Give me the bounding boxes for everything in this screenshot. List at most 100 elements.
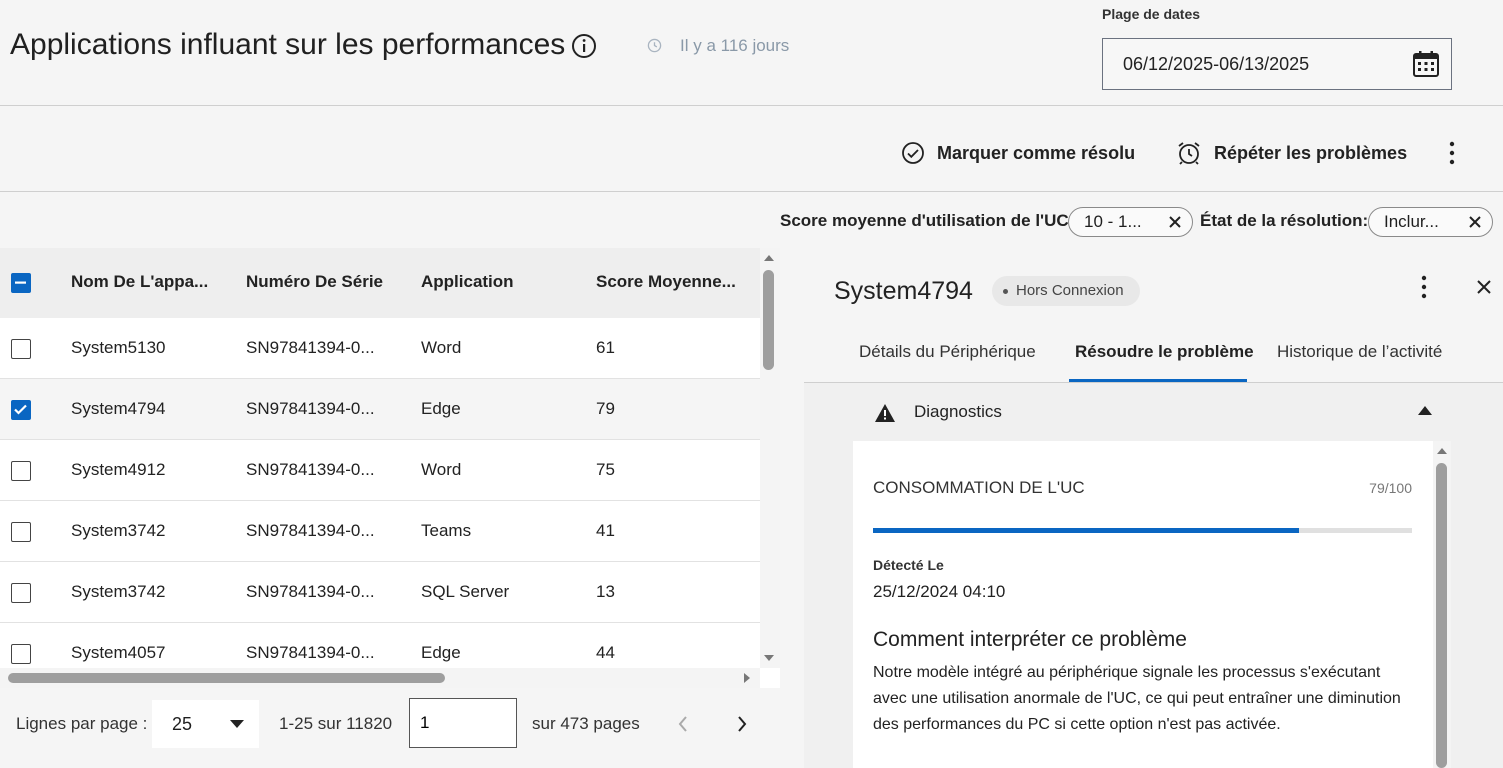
rows-per-page-value: 25 [172, 714, 193, 734]
detected-label: Détecté Le [873, 557, 944, 573]
application-cell: Word [421, 460, 462, 479]
application-cell: SQL Server [421, 582, 510, 601]
device-name-cell: System4057 [71, 643, 166, 662]
last-updated-text: Il y a 116 jours [680, 36, 790, 55]
table-horizontal-scrollbar[interactable] [0, 668, 760, 688]
warning-icon [875, 404, 895, 422]
metric-progress-fill [873, 528, 1299, 533]
filter-bar: Score moyenne d'utilisation de l'UC: 10 … [0, 200, 1503, 244]
resolution-filter-label: État de la résolution: [1200, 211, 1369, 230]
score-cell: 79 [596, 399, 615, 418]
column-header-serial[interactable]: Numéro De Série [246, 272, 406, 292]
active-tab-indicator [1069, 379, 1247, 382]
row-checkbox[interactable] [11, 644, 31, 664]
more-vertical-icon[interactable] [1414, 274, 1434, 300]
row-checkbox[interactable] [11, 339, 31, 359]
serial-cell: SN97841394-0... [246, 582, 375, 601]
alarm-clock-icon [1178, 142, 1200, 165]
detected-value: 25/12/2024 04:10 [873, 582, 1006, 601]
page-number-input[interactable] [409, 698, 517, 748]
action-toolbar: Marquer comme résolu Répéter les problèm… [0, 106, 1503, 192]
device-name-cell: System4794 [71, 399, 166, 418]
scrollbar-thumb[interactable] [8, 673, 445, 683]
select-all-checkbox[interactable] [11, 273, 31, 293]
device-name-cell: System5130 [71, 338, 166, 357]
application-cell: Edge [421, 643, 461, 662]
clock-icon [647, 38, 662, 53]
date-range-picker[interactable]: 06/12/2025-06/13/2025 [1102, 38, 1452, 90]
column-header-score[interactable]: Score Moyenne... [596, 272, 756, 292]
cpu-score-filter-chip[interactable]: 10 - 1... [1068, 207, 1193, 237]
panel-header: System4794 Hors Connexion Détails du Pér… [804, 248, 1503, 383]
metric-name: CONSOMMATION DE L'UC [873, 478, 1085, 497]
tab-device-details[interactable]: Détails du Périphérique [859, 342, 1036, 362]
tab-activity-history[interactable]: Historique de l’activité [1277, 342, 1442, 362]
scroll-right-icon[interactable] [743, 672, 751, 684]
column-header-device-name[interactable]: Nom De L'appa... [71, 272, 221, 292]
more-vertical-icon[interactable] [1442, 140, 1462, 166]
check-circle-icon [902, 142, 924, 164]
serial-cell: SN97841394-0... [246, 399, 375, 418]
pagination: Lignes par page : 25 1-25 sur 11820 sur … [0, 692, 780, 768]
score-cell: 41 [596, 521, 615, 540]
application-cell: Word [421, 338, 462, 357]
scroll-up-icon[interactable] [1436, 447, 1448, 455]
serial-cell: SN97841394-0... [246, 521, 375, 540]
info-icon[interactable] [571, 33, 597, 59]
cpu-score-filter-label: Score moyenne d'utilisation de l'UC: [780, 211, 1075, 230]
interpretation-body: Notre modèle intégré au périphérique sig… [873, 664, 1401, 733]
date-range-label: Plage de dates [1102, 6, 1201, 22]
close-icon[interactable] [1476, 279, 1492, 295]
score-cell: 44 [596, 643, 615, 662]
row-checkbox[interactable] [11, 522, 31, 542]
minus-icon [15, 281, 26, 284]
table-row[interactable]: System4057 SN97841394-0... Edge 44 [0, 623, 760, 668]
serial-cell: SN97841394-0... [246, 338, 375, 357]
application-cell: Edge [421, 399, 461, 418]
interpretation-title: Comment interpréter ce problème [873, 628, 1187, 651]
score-cell: 13 [596, 582, 615, 601]
column-header-application[interactable]: Application [421, 272, 581, 292]
rows-per-page-select[interactable]: 25 [152, 700, 259, 748]
scroll-down-icon[interactable] [763, 654, 775, 662]
mark-resolved-label: Marquer comme résolu [937, 142, 1136, 163]
scrollbar-thumb[interactable] [763, 270, 774, 370]
diagnostics-title: Diagnostics [914, 402, 1002, 421]
row-checkbox[interactable] [11, 461, 31, 481]
repeat-issues-button[interactable]: Répéter les problèmes [1176, 139, 1407, 167]
scroll-up-icon[interactable] [763, 254, 775, 262]
table-row[interactable]: System5130 SN97841394-0... Word 61 [0, 318, 760, 379]
table-row[interactable]: System4912 SN97841394-0... Word 75 [0, 440, 760, 501]
table-row[interactable]: System4794 SN97841394-0... Edge 79 [0, 379, 760, 440]
close-icon[interactable] [1168, 215, 1182, 229]
serial-cell: SN97841394-0... [246, 460, 375, 479]
resolution-filter-value: Inclur... [1384, 212, 1439, 231]
chevron-left-icon[interactable] [676, 715, 690, 733]
device-name-cell: System3742 [71, 521, 166, 540]
row-checkbox[interactable] [11, 583, 31, 603]
card-vertical-scrollbar[interactable] [1433, 441, 1451, 768]
tab-resolve-issue[interactable]: Résoudre le problème [1075, 342, 1254, 362]
calendar-icon[interactable] [1411, 49, 1441, 79]
caret-down-icon [230, 720, 244, 728]
caret-up-icon[interactable] [1418, 406, 1432, 415]
diagnostics-section-header[interactable]: Diagnostics [804, 384, 1503, 440]
mark-resolved-button[interactable]: Marquer comme résolu [901, 139, 1135, 167]
application-cell: Teams [421, 521, 472, 540]
scrollbar-thumb[interactable] [1436, 463, 1447, 768]
repeat-issues-label: Répéter les problèmes [1214, 142, 1408, 163]
table-row[interactable]: System3742 SN97841394-0... Teams 41 [0, 501, 760, 562]
serial-cell: SN97841394-0... [246, 643, 375, 662]
close-icon[interactable] [1468, 215, 1482, 229]
score-cell: 61 [596, 338, 615, 357]
chevron-right-icon[interactable] [735, 715, 749, 733]
row-checkbox[interactable] [11, 400, 31, 420]
check-icon [14, 404, 27, 415]
table-vertical-scrollbar[interactable] [760, 248, 780, 668]
device-name-cell: System4912 [71, 460, 166, 479]
resolution-filter-chip[interactable]: Inclur... [1368, 207, 1493, 237]
page-range-text: 1-25 sur 11820 [279, 714, 393, 733]
diagnostic-card: CONSOMMATION DE L'UC 79/100 Détecté Le 2… [853, 441, 1451, 768]
total-pages-text: sur 473 pages [532, 714, 640, 733]
table-row[interactable]: System3742 SN97841394-0... SQL Server 13 [0, 562, 760, 623]
